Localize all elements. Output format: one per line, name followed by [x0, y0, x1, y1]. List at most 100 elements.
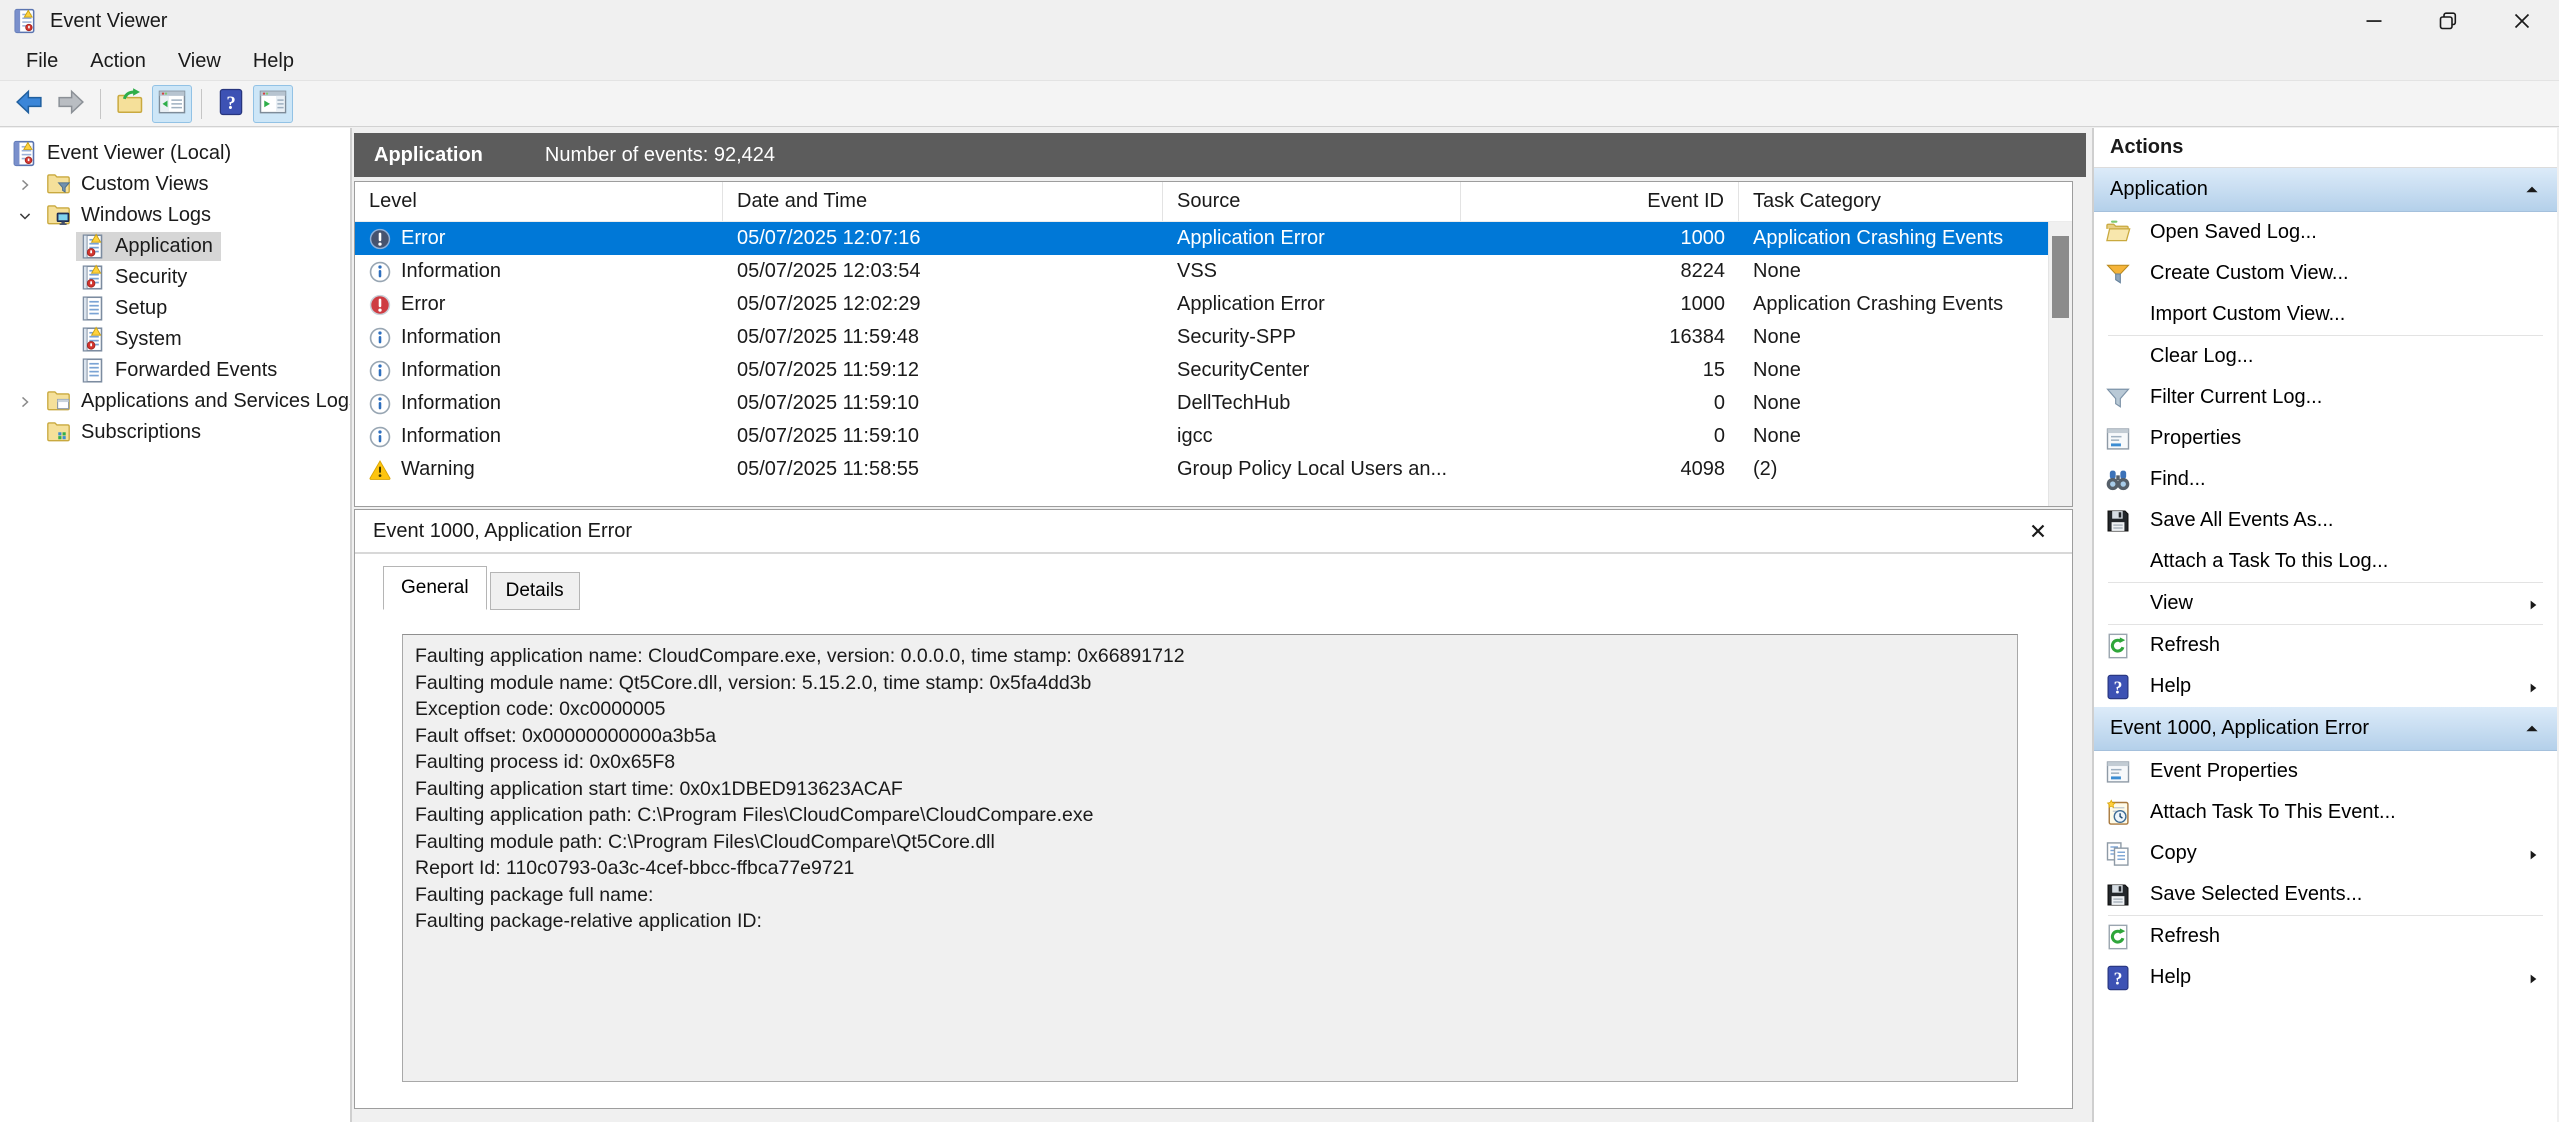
restore-button[interactable] [2411, 0, 2485, 42]
folder-subscriptions-icon [45, 419, 72, 446]
tree-node: Applications and Services Logs [42, 387, 352, 416]
section-header-label: Application [2110, 178, 2208, 201]
cell-date-time: 05/07/2025 11:59:48 [723, 321, 1163, 354]
detail-close-button[interactable] [2022, 515, 2054, 547]
log-alert-icon [79, 264, 106, 291]
event-row-application-error-1000[interactable]: Error05/07/2025 12:02:29Application Erro… [355, 288, 2048, 321]
tree-item-setup[interactable]: Setup [0, 293, 350, 324]
chevron-right-icon[interactable] [8, 392, 42, 412]
action-save-all-events-as[interactable]: Save All Events As... [2094, 500, 2557, 541]
submenu-arrow-icon [2525, 679, 2541, 695]
action-label: Properties [2150, 427, 2241, 450]
tab-general[interactable]: General [383, 566, 487, 610]
action-attach-a-task-to-this-log[interactable]: Attach a Task To this Log... [2094, 541, 2557, 582]
tree-item-event-viewer-local[interactable]: Event Viewer (Local) [0, 138, 350, 169]
svg-text:?: ? [2114, 677, 2123, 697]
console-tree-toggle-button[interactable] [152, 85, 192, 123]
tree-item-subscriptions[interactable]: Subscriptions [0, 417, 350, 448]
action-label: Import Custom View... [2150, 303, 2345, 326]
help-icon: ? [2104, 673, 2132, 701]
tree-node: Custom Views [42, 170, 216, 199]
menu-file[interactable]: File [10, 45, 74, 78]
action-label: Help [2150, 675, 2191, 698]
action-filter-current-log[interactable]: Filter Current Log... [2094, 377, 2557, 418]
column-level[interactable]: Level [355, 182, 723, 221]
event-row-igcc-0[interactable]: Information05/07/2025 11:59:10igcc0None [355, 420, 2048, 453]
action-help[interactable]: ?Help [2094, 957, 2557, 998]
action-save-selected-events[interactable]: Save Selected Events... [2094, 874, 2557, 915]
column-event-id[interactable]: Event ID [1461, 182, 1739, 221]
tree-item-windows-logs[interactable]: Windows Logs [0, 200, 350, 231]
minimize-button[interactable] [2337, 0, 2411, 42]
action-event-properties[interactable]: Event Properties [2094, 751, 2557, 792]
action-refresh[interactable]: Refresh [2094, 625, 2557, 666]
cell-source: DellTechHub [1163, 387, 1461, 420]
refresh-icon [2104, 632, 2132, 660]
menu-view[interactable]: View [162, 45, 237, 78]
action-view[interactable]: View [2094, 583, 2557, 624]
back-arrow-button[interactable] [9, 85, 49, 123]
export-log-button[interactable] [110, 85, 150, 123]
action-pane-toggle-button[interactable] [253, 85, 293, 123]
tree-item-security[interactable]: Security [0, 262, 350, 293]
actions-section-header-application[interactable]: Application [2094, 168, 2557, 212]
actions-section-header-event-1000-application-error[interactable]: Event 1000, Application Error [2094, 707, 2557, 751]
tab-details[interactable]: Details [490, 572, 580, 610]
collapse-arrow-icon[interactable] [2523, 181, 2541, 199]
forward-arrow-button[interactable] [51, 85, 91, 123]
column-task-category[interactable]: Task Category [1739, 182, 2048, 221]
cell-level: Information [355, 255, 723, 288]
scrollbar-thumb[interactable] [2052, 236, 2069, 318]
event-row-securitycenter-15[interactable]: Information05/07/2025 11:59:12SecurityCe… [355, 354, 2048, 387]
help-button[interactable]: ? [211, 85, 251, 123]
tree-item-application[interactable]: Application [0, 231, 350, 262]
column-date-time[interactable]: Date and Time [723, 182, 1163, 221]
action-properties[interactable]: Properties [2094, 418, 2557, 459]
back-arrow-icon [14, 87, 44, 120]
tree-item-system[interactable]: System [0, 324, 350, 355]
event-row-delltechhub-0[interactable]: Information05/07/2025 11:59:10DellTechHu… [355, 387, 2048, 420]
event-row-vss-8224[interactable]: Information05/07/2025 12:03:54VSS8224Non… [355, 255, 2048, 288]
tree-item-applications-and-services-logs[interactable]: Applications and Services Logs [0, 386, 350, 417]
tree-node: Windows Logs [42, 201, 219, 230]
event-list: Level Date and Time Source Event ID Task… [354, 181, 2073, 507]
log-alert-icon [79, 233, 106, 260]
cell-source: Group Policy Local Users an... [1163, 453, 1461, 486]
submenu-arrow-icon [2525, 970, 2541, 986]
chevron-right-icon[interactable] [8, 175, 42, 195]
action-label: Create Custom View... [2150, 262, 2349, 285]
event-row-security-spp-16384[interactable]: Information05/07/2025 11:59:48Security-S… [355, 321, 2048, 354]
tree-item-custom-views[interactable]: Custom Views [0, 169, 350, 200]
menu-help[interactable]: Help [237, 45, 310, 78]
properties-icon [2104, 758, 2132, 786]
vertical-scrollbar[interactable] [2048, 222, 2072, 506]
event-description-box: Faulting application name: CloudCompare.… [402, 634, 2018, 1082]
level-label: Information [401, 359, 501, 382]
action-open-saved-log[interactable]: Open Saved Log... [2094, 212, 2557, 253]
action-create-custom-view[interactable]: Create Custom View... [2094, 253, 2557, 294]
tree-item-forwarded-events[interactable]: Forwarded Events [0, 355, 350, 386]
action-clear-log[interactable]: Clear Log... [2094, 336, 2557, 377]
column-source[interactable]: Source [1163, 182, 1461, 221]
folder-window-icon [45, 388, 72, 415]
tree-node: Application [76, 232, 221, 261]
action-import-custom-view[interactable]: Import Custom View... [2094, 294, 2557, 335]
action-label: Refresh [2150, 925, 2220, 948]
cell-event-id: 0 [1461, 420, 1739, 453]
action-copy[interactable]: Copy [2094, 833, 2557, 874]
event-row-group-policy-local-users-an-4098[interactable]: Warning05/07/2025 11:58:55Group Policy L… [355, 453, 2048, 486]
chevron-down-icon[interactable] [8, 206, 42, 226]
action-find[interactable]: Find... [2094, 459, 2557, 500]
menu-action[interactable]: Action [74, 45, 162, 78]
tree-item-label: Windows Logs [81, 204, 211, 227]
action-refresh[interactable]: Refresh [2094, 916, 2557, 957]
cell-task-category: Application Crashing Events [1739, 288, 2048, 321]
close-button[interactable] [2485, 0, 2559, 42]
warning-icon [369, 459, 391, 481]
collapse-arrow-icon[interactable] [2523, 720, 2541, 738]
action-help[interactable]: ? Help [2094, 666, 2557, 707]
action-attach-task-to-this-event[interactable]: Attach Task To This Event... [2094, 792, 2557, 833]
action-label: Save Selected Events... [2150, 883, 2362, 906]
event-description-line: Fault offset: 0x00000000000a3b5a [415, 723, 2005, 750]
event-row-application-error-1000[interactable]: Error05/07/2025 12:07:16Application Erro… [355, 222, 2048, 255]
